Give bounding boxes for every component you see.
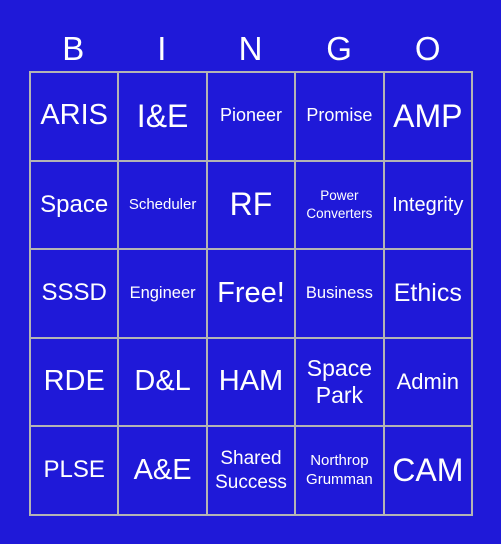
header-letter-g: G [326,30,352,67]
header-letter-n: N [238,30,263,67]
bingo-cell[interactable]: HAM [207,338,295,426]
bingo-cell[interactable]: Engineer [119,250,206,337]
bingo-cell[interactable]: A&E [119,427,206,514]
bingo-cell[interactable]: Scheduler [119,161,206,249]
header-letter-i: I [157,30,167,67]
bingo-cell[interactable]: CAM [384,427,471,514]
bingo-cell[interactable]: Ethics [384,250,471,337]
bingo-cell[interactable]: Pioneer [207,73,295,160]
bingo-cell[interactable]: Admin [384,338,471,426]
bingo-cell[interactable]: Promise [296,73,383,160]
bingo-cell[interactable]: I&E [119,73,206,160]
bingo-cell[interactable]: Space Park [296,338,383,426]
bingo-cell[interactable]: PLSE [31,427,118,514]
bingo-cell[interactable]: Shared Success [207,427,295,514]
bingo-cell[interactable]: ARIS [31,73,118,160]
header-letter-b: B [62,30,85,67]
bingo-cell[interactable]: Northrop Grumman [296,427,383,514]
bingo-cell[interactable]: SSSD [31,250,118,337]
bingo-board: ARIS I&E Pioneer Promise AMP Space Sched… [29,71,473,516]
bingo-cell[interactable]: RF [207,161,295,249]
bingo-header: B I N G O [29,26,472,72]
bingo-cell[interactable]: Power Converters [296,161,383,249]
bingo-cell[interactable]: Space [31,161,118,249]
bingo-cell[interactable]: AMP [384,73,471,160]
bingo-cell[interactable]: Business [296,250,383,337]
header-letter-o: O [414,30,441,67]
free-space-cell[interactable]: Free! [207,250,295,337]
bingo-cell[interactable]: RDE [31,338,118,426]
bingo-cell[interactable]: Integrity [384,161,471,249]
bingo-cell[interactable]: D&L [119,338,206,426]
